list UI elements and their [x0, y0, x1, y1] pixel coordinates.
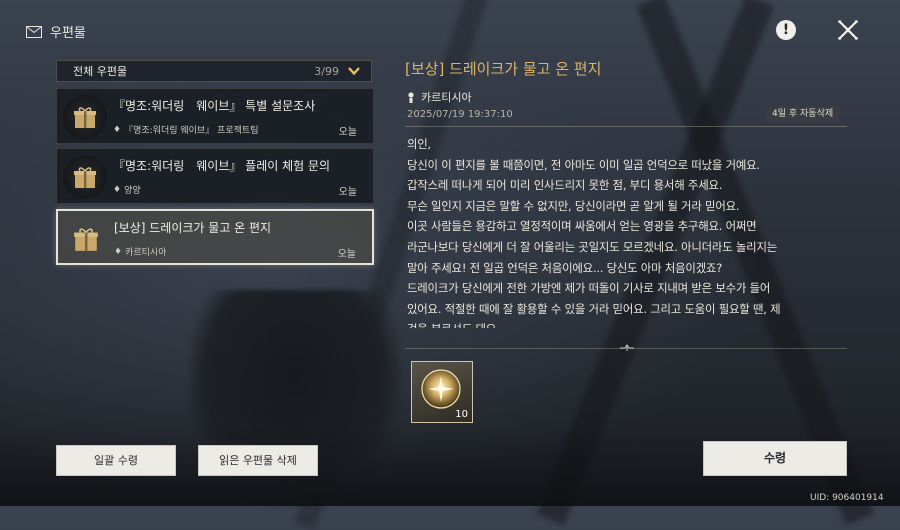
mail-title: 『명조:워더링 웨이브』 플레이 체험 문의 [113, 159, 331, 173]
mail-time: 오늘 [337, 249, 356, 260]
mail-item-selected[interactable]: [보상] 드레이크가 물고 온 편지 ♦ 카르티시아 오늘 [56, 209, 374, 265]
chevron-down-icon [348, 67, 360, 76]
body-line: 당신이 이 편지를 볼 때쯤이면, 전 아마도 이미 일곱 언덕으로 떠났을 거… [407, 157, 760, 172]
mail-sender-name: 카르티시아 [125, 248, 167, 258]
mail-sender-name: 『명조:워더링 웨이브』 프로젝트팀 [124, 126, 259, 136]
receive-button[interactable]: 수령 [703, 441, 847, 476]
filter-label: 전체 우편물 [73, 65, 128, 78]
body-line: 드레이크가 당신에게 전한 가방엔 제가 떠돌이 기사로 지내며 받은 보수가 … [407, 281, 771, 296]
reward-quantity: 10 [455, 409, 468, 420]
detail-title: [보상] 드레이크가 물고 온 편지 [405, 60, 602, 78]
gift-icon [64, 217, 108, 261]
mail-sender: ♦ 카르티시아 [114, 245, 167, 259]
mail-item[interactable]: 『명조:워더링 웨이브』 특별 설문조사 ♦ 『명조:워더링 웨이브』 프로젝트… [56, 88, 374, 144]
user-id: UID: 906401914 [810, 493, 884, 503]
person-icon [408, 91, 414, 103]
detail-date: 2025/07/19 19:37:10 [407, 109, 513, 120]
body-line: 있어요. 적절한 때에 잘 활용할 수 있을 거라 믿어요. 그리고 도움이 필… [407, 301, 781, 316]
body-line: 이곳 사람들은 용감하고 열정적이며 싸움에서 얻는 영광을 추구해요. 어쩌면 [407, 219, 757, 234]
gift-icon [63, 155, 107, 199]
body-line: 의인, [407, 137, 431, 151]
detail-sender-name: 카르티시아 [421, 91, 472, 104]
claim-all-button[interactable]: 일괄 수령 [56, 445, 176, 476]
body-line: 라군나보다 당신에게 더 잘 어울리는 곳일지도 모르겠네요. 아니더라도 놀리… [407, 239, 778, 254]
mail-title: [보상] 드레이크가 물고 온 편지 [114, 221, 272, 235]
mail-sender: ♦ 『명조:워더링 웨이브』 프로젝트팀 [113, 123, 259, 137]
mail-count: 3/99 [314, 64, 339, 78]
person-icon: ♦ [113, 124, 122, 135]
detail-sender: 카르티시아 [407, 89, 472, 105]
ornament-icon [620, 344, 634, 351]
body-line: 무슨 일인지 지금은 말할 수 없지만, 당신이라면 곧 알게 될 거라 믿어요… [407, 198, 740, 213]
mail-filter-dropdown[interactable]: 전체 우편물 3/99 [56, 60, 372, 82]
page-header: 우편물 [26, 22, 86, 41]
divider [405, 126, 847, 127]
mail-title: 『명조:워더링 웨이브』 특별 설문조사 [113, 99, 316, 113]
mail-time: 오늘 [338, 127, 357, 138]
body-line: 말아 주세요! 전 일곱 언덕은 처음이에요... 당신도 아마 처음이겠죠? [407, 260, 723, 275]
page-title: 우편물 [50, 26, 86, 41]
mail-time: 오늘 [338, 187, 357, 198]
person-icon: ♦ [114, 246, 123, 257]
body-line: 갑작스레 떠나게 되어 미리 인사드리지 못한 점, 부디 용서해 주세요. [407, 178, 723, 193]
mail-icon [26, 25, 42, 38]
mail-sender: ♦ 양양 [113, 183, 141, 197]
expire-badge: 4일 후 자동삭제 [766, 106, 840, 122]
mail-body[interactable]: 의인, 당신이 이 편지를 볼 때쯤이면, 전 아마도 이미 일곱 언덕으로 떠… [407, 134, 847, 328]
mail-sender-name: 양양 [124, 186, 141, 196]
exclamation-icon[interactable]: ! [776, 20, 796, 40]
person-icon: ♦ [113, 184, 122, 195]
close-icon[interactable] [836, 18, 860, 42]
mail-item[interactable]: 『명조:워더링 웨이브』 플레이 체험 문의 ♦ 양양 오늘 [56, 148, 374, 204]
body-line: 걱을 부르셔도 돼요 [407, 319, 847, 328]
gift-icon [63, 95, 107, 139]
reward-item[interactable]: 10 [411, 361, 473, 423]
delete-read-button[interactable]: 읽은 우편물 삭제 [198, 445, 318, 476]
